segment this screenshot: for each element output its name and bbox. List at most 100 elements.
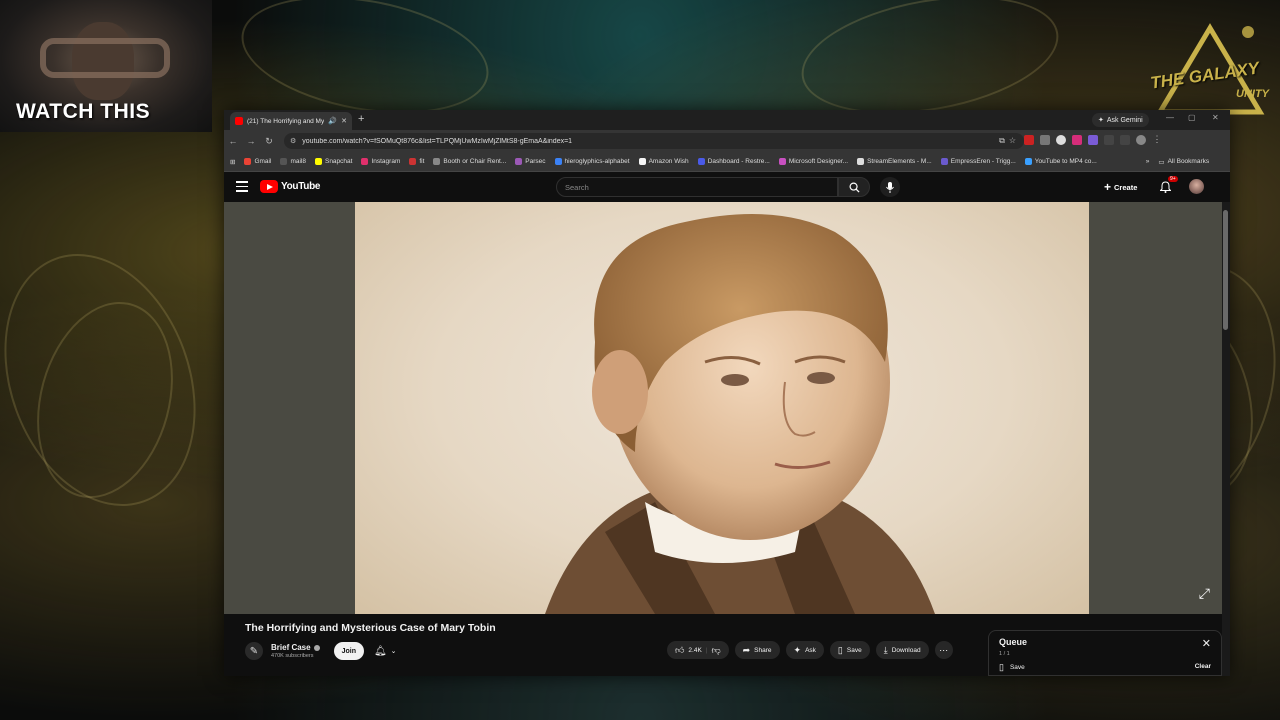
extensions-bar: ⋮	[1024, 134, 1162, 145]
bookmark-item[interactable]: Dashboard - Restre...	[697, 158, 770, 165]
site-info-icon[interactable]: ⚙	[290, 137, 296, 145]
maximize-icon[interactable]: ▢	[1188, 113, 1196, 122]
like-button[interactable]: 👍︎ 2.4K | 👎︎	[667, 641, 729, 659]
search-placeholder: Search	[565, 182, 589, 192]
bookmark-item[interactable]: Microsoft Designer...	[778, 158, 849, 165]
ask-gemini-button[interactable]: ✦ Ask Gemini	[1092, 113, 1149, 127]
reload-icon[interactable]: ↻	[260, 136, 278, 147]
extension-icon[interactable]	[1024, 134, 1034, 145]
search-input[interactable]: Search	[556, 177, 838, 197]
apps-grid-icon[interactable]: ⊞	[230, 158, 235, 166]
bookmark-label: Instagram	[371, 158, 401, 165]
queue-save-button[interactable]: ▯ Save	[999, 662, 1025, 673]
bookmark-label: StreamElements - M...	[867, 158, 932, 165]
more-bookmarks-icon[interactable]: »	[1146, 158, 1150, 165]
youtube-header: YouTube Search + Create 9+	[224, 172, 1230, 202]
puzzle-icon[interactable]	[1104, 134, 1114, 145]
download-button[interactable]: ⤓ Download	[875, 641, 929, 659]
watch-this-caption: WATCH THIS	[16, 100, 151, 123]
share-button[interactable]: ➦ Share	[734, 641, 780, 659]
profile-icon[interactable]	[1136, 134, 1146, 145]
search-button[interactable]	[838, 177, 870, 197]
create-button[interactable]: + Create	[1104, 178, 1137, 196]
bookmark-favicon-icon	[280, 158, 288, 165]
speaker-icon[interactable]: 🔊	[328, 117, 337, 125]
voice-search-button[interactable]	[880, 177, 900, 197]
bookmark-favicon-icon	[554, 158, 562, 165]
account-avatar[interactable]	[1189, 179, 1204, 194]
divider: |	[705, 646, 708, 654]
youtube-play-icon	[260, 180, 278, 193]
fullscreen-icon[interactable]: ⤢	[1199, 585, 1210, 602]
bookmark-star-icon[interactable]: ☆	[1009, 136, 1016, 146]
bookmark-favicon-icon	[1024, 158, 1032, 165]
save-button[interactable]: ▯ Save	[829, 641, 870, 659]
tab-bar: (21) The Horrifying and My 🔊 ✕ + ✦ Ask G…	[224, 110, 1230, 130]
back-icon[interactable]: ←	[224, 136, 242, 146]
bookmark-item[interactable]: mail8	[280, 158, 306, 165]
extension-icon[interactable]	[1040, 134, 1050, 145]
join-button[interactable]: Join	[333, 642, 364, 660]
bookmark-item[interactable]: fit	[409, 158, 424, 165]
sparkle-icon: ✦	[793, 644, 802, 655]
bookmark-item[interactable]: Snapchat	[314, 158, 352, 165]
bookmark-label: Microsoft Designer...	[788, 158, 849, 165]
close-icon[interactable]: ✕	[1202, 637, 1211, 650]
bookmark-item[interactable]: Parsec	[515, 158, 546, 165]
bookmark-item[interactable]: hieroglyphics-alphabet	[554, 158, 630, 165]
bookmark-item[interactable]: Gmail	[244, 158, 271, 165]
bookmark-label: Parsec	[525, 158, 546, 165]
download-label: Download	[891, 646, 921, 654]
address-bar[interactable]: ⚙ youtube.com/watch?v=fSOMuQt876c&list=T…	[284, 133, 1024, 149]
all-bookmarks-folder[interactable]: ▭ All Bookmarks	[1158, 158, 1209, 166]
bookmark-item[interactable]: StreamElements - M...	[857, 158, 932, 165]
notifications-button[interactable]: 9+	[1159, 176, 1178, 198]
url-text[interactable]: youtube.com/watch?v=fSOMuQt876c&list=TLP…	[302, 138, 572, 145]
browser-window: (21) The Horrifying and My 🔊 ✕ + ✦ Ask G…	[224, 110, 1230, 676]
page-scrollbar[interactable]	[1222, 202, 1230, 676]
bookmark-label: hieroglyphics-alphabet	[564, 158, 630, 165]
tab-youtube[interactable]: (21) The Horrifying and My 🔊 ✕	[230, 112, 352, 130]
scrollbar-thumb[interactable]	[1223, 210, 1228, 330]
save-label: Save	[846, 646, 862, 654]
youtube-logo[interactable]: YouTube	[260, 180, 321, 193]
notification-badge: 9+	[1168, 176, 1178, 182]
folder-icon: ▭	[1158, 158, 1165, 166]
new-tab-icon[interactable]: +	[358, 113, 364, 125]
bookmark-label: Gmail	[254, 158, 272, 165]
ask-button[interactable]: ✦ Ask	[785, 641, 824, 659]
install-icon[interactable]: ⧉	[999, 136, 1005, 146]
like-count: 2.4K	[688, 646, 702, 654]
bookmark-item[interactable]: YouTube to MP4 co...	[1024, 158, 1097, 165]
bookmark-item[interactable]: Instagram	[361, 158, 400, 165]
forward-icon[interactable]: →	[242, 136, 260, 146]
thumbs-down-icon[interactable]: 👎︎	[711, 645, 720, 656]
video-title: The Horrifying and Mysterious Case of Ma…	[245, 622, 496, 634]
kebab-menu-icon[interactable]: ⋮	[1152, 134, 1162, 145]
video-frame[interactable]	[355, 202, 1089, 614]
bookmark-item[interactable]: Amazon Wish	[638, 158, 689, 165]
close-window-icon[interactable]: ✕	[1212, 113, 1219, 122]
subscribed-bell-button[interactable]: 🔔︎ ⌄	[374, 646, 397, 657]
bookmark-item[interactable]: Booth or Chair Rent...	[433, 158, 506, 165]
channel-name-link[interactable]: Brief Case	[271, 643, 320, 652]
video-player[interactable]: ⤢	[224, 202, 1222, 614]
extension-icon[interactable]	[1056, 134, 1066, 145]
bookmark-label: EmpressEren - Trigg...	[950, 158, 1016, 165]
bookmark-item[interactable]: EmpressEren - Trigg...	[940, 158, 1016, 165]
plus-icon: +	[1104, 180, 1112, 194]
queue-count: 1 / 1	[999, 651, 1010, 657]
minimize-icon[interactable]: —	[1166, 113, 1174, 122]
thumbs-up-icon: 👍︎	[675, 644, 685, 655]
create-label: Create	[1114, 182, 1138, 192]
channel-avatar[interactable]: ✎	[245, 642, 263, 660]
extension-icon[interactable]	[1088, 134, 1098, 145]
menu-icon[interactable]	[236, 181, 248, 195]
queue-clear-button[interactable]: Clear	[1195, 663, 1211, 670]
more-actions-icon[interactable]: ⋯	[934, 641, 953, 659]
media-icon[interactable]	[1120, 134, 1130, 145]
ask-gemini-label: Ask Gemini	[1106, 116, 1143, 124]
extension-icon[interactable]	[1072, 134, 1082, 145]
bookmark-favicon-icon	[697, 158, 705, 165]
close-tab-icon[interactable]: ✕	[341, 117, 347, 125]
